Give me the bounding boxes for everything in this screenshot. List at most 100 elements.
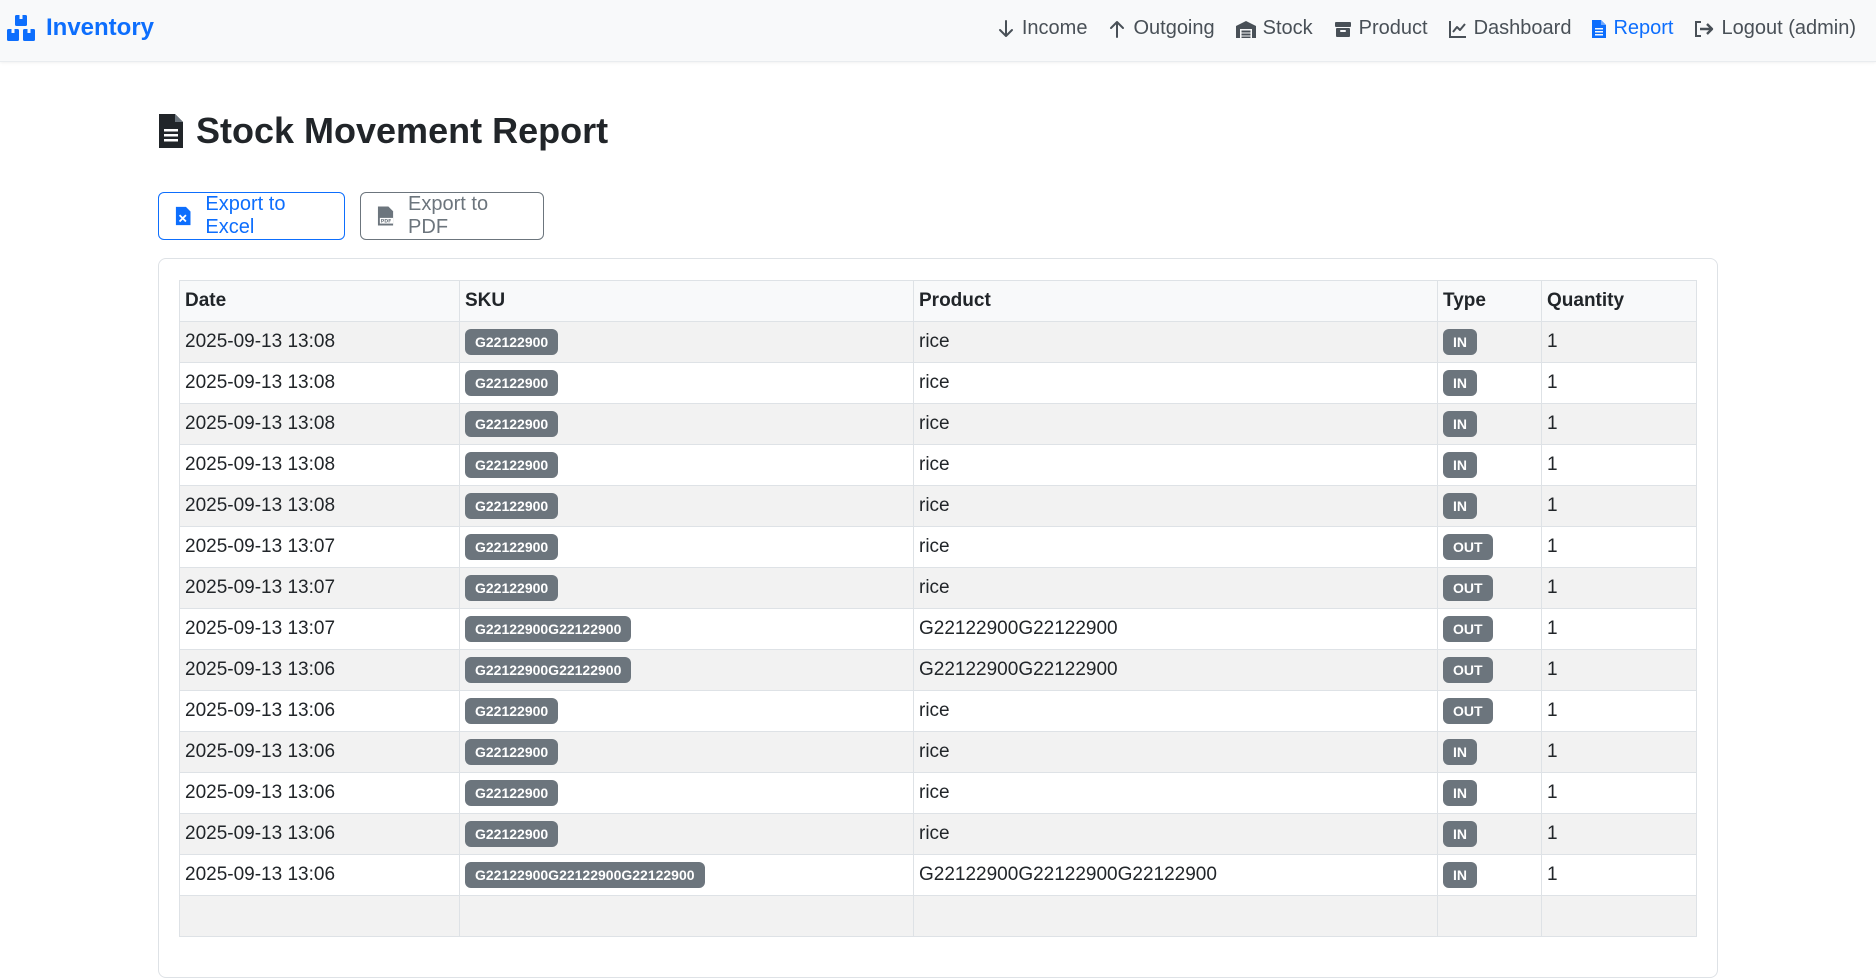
sku-badge: G22122900 [465, 739, 559, 765]
cell-date: 2025-09-13 13:06 [179, 731, 460, 773]
cell-date: 2025-09-13 13:07 [179, 608, 460, 650]
svg-text:PDF: PDF [381, 219, 392, 225]
type-badge: OUT [1443, 698, 1493, 724]
chart-line-icon [1448, 20, 1466, 38]
nav-income-label: Income [1021, 17, 1088, 39]
nav-income[interactable]: Income [996, 17, 1088, 40]
export-excel-button[interactable]: Export to Excel [158, 192, 345, 240]
table-row-partial [179, 895, 1697, 937]
file-excel-icon [175, 206, 191, 226]
nav-menu: Income Outgoing Stock Product Dashboard … [976, 17, 1856, 40]
sku-badge: G22122900 [465, 821, 559, 847]
cell-date: 2025-09-13 13:08 [179, 444, 460, 486]
cell-sku: G22122900 [459, 362, 914, 404]
cell-date: 2025-09-13 13:06 [179, 649, 460, 691]
logout-icon [1695, 20, 1714, 37]
nav-outgoing-label: Outgoing [1133, 17, 1215, 39]
cell-type: IN [1437, 813, 1542, 855]
brand-link[interactable]: Inventory [6, 14, 154, 42]
sku-badge: G22122900G22122900 [465, 616, 632, 642]
file-icon [1592, 19, 1607, 38]
cell-sku: G22122900 [459, 813, 914, 855]
cell-quantity: 1 [1541, 362, 1697, 404]
cell-product: G22122900G22122900 [913, 608, 1438, 650]
cell-sku: G22122900G22122900G22122900 [459, 854, 914, 896]
nav-dashboard[interactable]: Dashboard [1448, 17, 1572, 40]
cell-product: rice [913, 772, 1438, 814]
header-date: Date [179, 280, 460, 322]
cell-product: rice [913, 731, 1438, 773]
cell-date: 2025-09-13 13:07 [179, 567, 460, 609]
table-row: 2025-09-13 13:07 G22122900 rice OUT 1 [179, 526, 1697, 568]
cell-date: 2025-09-13 13:06 [179, 690, 460, 732]
type-badge: IN [1443, 493, 1477, 519]
cell-sku: G22122900G22122900 [459, 649, 914, 691]
sku-badge: G22122900 [465, 698, 559, 724]
cell-date: 2025-09-13 13:06 [179, 854, 460, 896]
cell-quantity: 1 [1541, 690, 1697, 732]
cell-type: OUT [1437, 649, 1542, 691]
header-quantity: Quantity [1541, 280, 1697, 322]
nav-stock[interactable]: Stock [1235, 17, 1313, 40]
cell-type: IN [1437, 731, 1542, 773]
table-row: 2025-09-13 13:08 G22122900 rice IN 1 [179, 444, 1697, 486]
cell-date: 2025-09-13 13:07 [179, 526, 460, 568]
cell-sku: G22122900 [459, 403, 914, 445]
nav-product-label: Product [1358, 17, 1428, 39]
table-row: 2025-09-13 13:08 G22122900 rice IN 1 [179, 485, 1697, 527]
brand-label: Inventory [46, 14, 155, 41]
type-badge: IN [1443, 370, 1477, 396]
cell-date: 2025-09-13 13:08 [179, 362, 460, 404]
type-badge: IN [1443, 862, 1477, 888]
cell-product: rice [913, 813, 1438, 855]
cell-type: IN [1437, 772, 1542, 814]
table-row: 2025-09-13 13:08 G22122900 rice IN 1 [179, 321, 1697, 363]
cell-quantity: 1 [1541, 854, 1697, 896]
box-icon [1334, 21, 1351, 37]
export-pdf-button[interactable]: PDF Export to PDF [360, 192, 544, 240]
sku-badge: G22122900 [465, 575, 559, 601]
cell-quantity: 1 [1541, 567, 1697, 609]
type-badge: IN [1443, 411, 1477, 437]
sku-badge: G22122900 [465, 370, 559, 396]
sku-badge: G22122900 [465, 493, 559, 519]
cell-type: OUT [1437, 690, 1542, 732]
sku-badge: G22122900 [465, 411, 559, 437]
header-sku: SKU [459, 280, 914, 322]
table-row: 2025-09-13 13:06 G22122900 rice OUT 1 [179, 690, 1697, 732]
warehouse-icon [1235, 20, 1256, 38]
navbar: Inventory Income Outgoing Stock Product … [0, 0, 1876, 62]
cell-quantity: 1 [1541, 321, 1697, 363]
cell-quantity: 1 [1541, 526, 1697, 568]
cell-date: 2025-09-13 13:06 [179, 813, 460, 855]
cell-quantity: 1 [1541, 731, 1697, 773]
nav-logout[interactable]: Logout (admin) [1693, 17, 1856, 40]
nav-report-label: Report [1613, 17, 1674, 39]
nav-report[interactable]: Report [1591, 17, 1673, 40]
cell-product: rice [913, 321, 1438, 363]
sku-badge: G22122900G22122900 [465, 657, 632, 683]
cell-type: IN [1437, 403, 1542, 445]
table-row: 2025-09-13 13:08 G22122900 rice IN 1 [179, 362, 1697, 404]
cell-type: OUT [1437, 608, 1542, 650]
nav-outgoing[interactable]: Outgoing [1107, 17, 1215, 40]
header-type: Type [1437, 280, 1542, 322]
sku-badge: G22122900 [465, 534, 559, 560]
cell-product: rice [913, 690, 1438, 732]
nav-dashboard-label: Dashboard [1473, 17, 1572, 39]
table-row: 2025-09-13 13:06 G22122900 rice IN 1 [179, 813, 1697, 855]
cell-product: rice [913, 567, 1438, 609]
type-badge: OUT [1443, 616, 1493, 642]
sku-badge: G22122900 [465, 452, 559, 478]
file-icon [159, 114, 183, 148]
cell-product: rice [913, 526, 1438, 568]
nav-product[interactable]: Product [1333, 17, 1428, 40]
boxes-icon [7, 15, 35, 41]
table-row: 2025-09-13 13:08 G22122900 rice IN 1 [179, 403, 1697, 445]
cell-quantity: 1 [1541, 772, 1697, 814]
cell-type: IN [1437, 854, 1542, 896]
cell-product: rice [913, 485, 1438, 527]
cell-product: rice [913, 403, 1438, 445]
table-row: 2025-09-13 13:06G22122900G22122900G22122… [179, 649, 1697, 691]
cell-sku: G22122900 [459, 444, 914, 486]
